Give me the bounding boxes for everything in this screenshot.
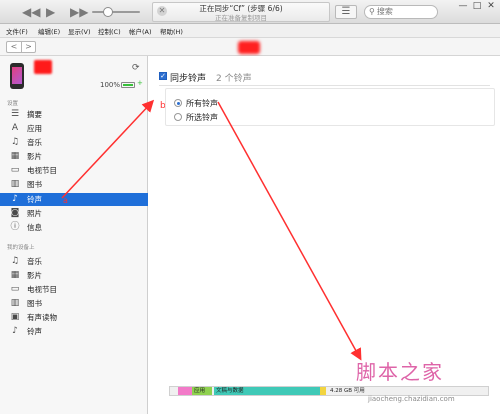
sync-icon[interactable]: ⟳ <box>132 63 140 73</box>
redacted-device-name <box>238 41 260 54</box>
capacity-docs-segment: 文稿与数据 <box>214 387 284 395</box>
nav-buttons: < > <box>6 41 36 53</box>
film-icon: ▦ <box>10 151 20 161</box>
section-settings: 设置 <box>7 101 19 107</box>
sidebar: ⟳ 100% + 设置 ☰ 摘要 A 应用 ♫ 音乐 ▦ 影片 ▭ 电视节目 ▥ 图书 ♪ 铃… <box>0 56 148 414</box>
volume-knob[interactable] <box>103 7 113 17</box>
charging-icon: + <box>137 79 143 87</box>
sidebar-item-summary[interactable]: ☰ 摘要 <box>0 108 148 121</box>
close-icon[interactable]: ✕ <box>157 6 167 16</box>
status-subtitle: 正在准备复制项目 <box>215 14 267 22</box>
search-placeholder: 搜索 <box>376 7 393 16</box>
sidebar-item-music[interactable]: ♫ 音乐 <box>0 136 148 149</box>
capacity-photos-segment <box>178 387 192 395</box>
device-item-books[interactable]: ▥ 图书 <box>0 297 148 310</box>
info-icon: ⓘ <box>10 222 20 232</box>
capacity-apps-segment: 应用 <box>192 387 212 395</box>
minimize-button[interactable]: — <box>456 1 470 11</box>
sidebar-item-books[interactable]: ▥ 图书 <box>0 178 148 191</box>
main-content: ✓ 同步铃声 2 个铃声 b 所有铃声 所选铃声 应用 文稿与数据 4.28 G… <box>149 56 500 414</box>
book-icon: ▥ <box>10 298 20 308</box>
book-icon: ▥ <box>10 179 20 189</box>
bell-icon: ♪ <box>12 194 18 204</box>
menu-bar: 文件(F) 编辑(E) 显示(V) 控制(C) 帐户(A) 帮助(H) <box>0 24 500 38</box>
film-icon: ▦ <box>10 270 20 280</box>
status-title: 正在同步“Cf” (步骤 6/6) <box>199 4 283 13</box>
menu-account[interactable]: 帐户(A) <box>129 26 152 36</box>
watermark-url: jiaocheng.chazidian.com <box>368 395 455 403</box>
sidebar-item-tv[interactable]: ▭ 电视节目 <box>0 164 148 177</box>
menu-edit[interactable]: 编辑(E) <box>38 26 60 36</box>
camera-icon: ◙ <box>10 208 20 218</box>
sidebar-item-movies[interactable]: ▦ 影片 <box>0 150 148 163</box>
rewind-icon[interactable]: ◀◀ <box>22 5 40 19</box>
back-button[interactable]: < <box>7 42 22 52</box>
watermark: 脚本之家 <box>356 360 444 384</box>
list-icon: ☰ <box>10 109 20 119</box>
divider <box>159 85 490 86</box>
play-icon[interactable]: ▶ <box>46 5 55 19</box>
device-item-ringtones[interactable]: ♪ 铃声 <box>0 325 148 338</box>
sync-ringtones-label: 同步铃声 <box>170 74 207 84</box>
device-item-audiobooks[interactable]: ▣ 有声读物 <box>0 311 148 324</box>
menu-controls[interactable]: 控制(C) <box>98 26 121 36</box>
radio-selected-ringtones[interactable] <box>174 113 182 121</box>
tv-icon: ▭ <box>10 284 20 294</box>
ringtone-options: 所有铃声 所选铃声 <box>165 88 495 126</box>
toolbar: ◀◀ ▶ ▶▶ ✕ 正在同步“Cf” (步骤 6/6) 正在准备复制项目 ☰ ⚲… <box>0 0 500 24</box>
annotation-a: a <box>63 196 68 205</box>
sidebar-item-photos[interactable]: ◙ 照片 <box>0 207 148 220</box>
window-close-button[interactable]: ✕ <box>484 1 498 11</box>
device-item-movies[interactable]: ▦ 影片 <box>0 269 148 282</box>
section-on-device: 我的设备上 <box>7 245 35 251</box>
bell-icon: ♪ <box>12 326 18 336</box>
music-icon: ♫ <box>10 137 20 147</box>
nav-bar: < > <box>0 38 500 56</box>
sidebar-item-ringtones[interactable]: ♪ 铃声 a <box>0 193 148 206</box>
capacity-free: 4.28 GB 可用 <box>330 388 365 394</box>
capacity-docs-extra <box>284 387 320 395</box>
phone-icon <box>10 63 24 89</box>
redacted-device-label <box>34 60 52 74</box>
fast-forward-icon[interactable]: ▶▶ <box>70 5 88 19</box>
radio-all-ringtones[interactable] <box>174 99 182 107</box>
maximize-button[interactable]: □ <box>470 1 484 11</box>
status-display: ✕ 正在同步“Cf” (步骤 6/6) 正在准备复制项目 <box>152 2 330 22</box>
menu-view[interactable]: 显示(V) <box>68 26 91 36</box>
tv-icon: ▭ <box>10 165 20 175</box>
search-icon: ⚲ <box>369 7 375 16</box>
forward-button[interactable]: > <box>21 42 36 52</box>
list-icon[interactable]: ☰ <box>335 5 357 19</box>
audiobook-icon: ▣ <box>10 312 20 322</box>
battery-percent: 100% <box>100 81 121 89</box>
capacity-other-segment <box>320 387 326 395</box>
search-input[interactable]: ⚲ 搜索 <box>364 5 438 19</box>
ringtone-count: 2 个铃声 <box>216 74 252 84</box>
device-item-tv[interactable]: ▭ 电视节目 <box>0 283 148 296</box>
sidebar-item-apps[interactable]: A 应用 <box>0 122 148 135</box>
sync-ringtones-checkbox[interactable]: ✓ <box>159 72 167 80</box>
sidebar-item-info[interactable]: ⓘ 信息 <box>0 221 148 234</box>
apps-icon: A <box>11 123 19 133</box>
volume-slider[interactable] <box>92 11 140 13</box>
menu-file[interactable]: 文件(F) <box>6 26 28 36</box>
menu-help[interactable]: 帮助(H) <box>160 26 183 36</box>
battery-icon <box>121 82 135 88</box>
device-item-music[interactable]: ♫ 音乐 <box>0 255 148 268</box>
music-icon: ♫ <box>10 256 20 266</box>
